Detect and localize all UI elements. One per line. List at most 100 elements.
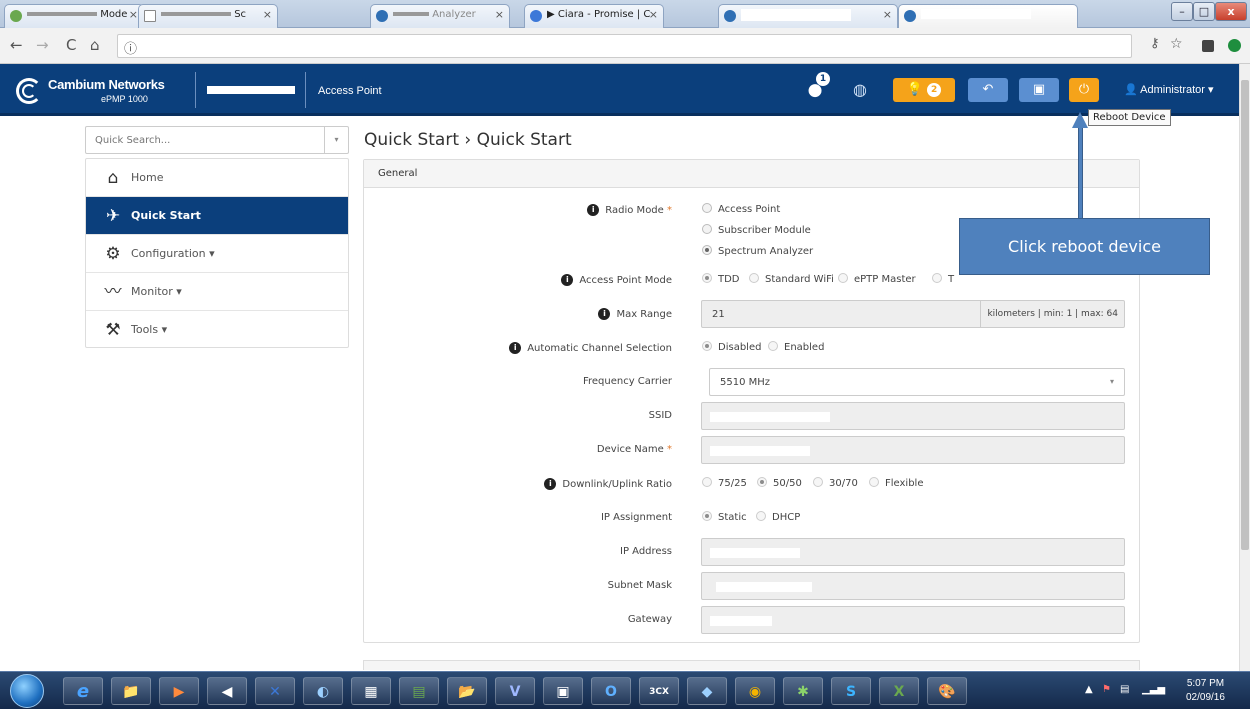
ssid-field[interactable] — [701, 402, 1125, 430]
radio-ratio-75-25[interactable]: 75/25 — [702, 477, 747, 489]
reboot-device-button[interactable]: ⏻ — [1069, 78, 1099, 102]
administrator-menu[interactable]: 👤 Administrator ▾ — [1124, 78, 1230, 102]
browser-tab[interactable]: Mode × — [4, 4, 144, 28]
wrench-icon: ⚒ — [105, 320, 121, 340]
radio-dhcp[interactable]: DHCP — [756, 511, 800, 523]
max-range-field[interactable]: 21 kilometers | min: 1 | max: 64 — [701, 300, 1125, 328]
radio-ratio-50-50[interactable]: 50/50 — [757, 477, 802, 489]
taskbar-app-icon[interactable]: ◀ — [207, 677, 247, 705]
sidebar-item-quick-start[interactable]: ✈ Quick Start — [86, 197, 348, 235]
page-scrollbar-thumb[interactable] — [1241, 80, 1249, 550]
start-button[interactable] — [10, 674, 44, 708]
key-icon[interactable]: ⚷ — [1150, 36, 1160, 51]
bookmark-star-icon[interactable]: ☆ — [1170, 36, 1183, 52]
taskbar-calculator-icon[interactable]: ▦ — [351, 677, 391, 705]
tray-flag-icon[interactable]: ⚑ — [1102, 684, 1111, 695]
taskbar-visio-icon[interactable]: V — [495, 677, 535, 705]
tray-network-icon[interactable]: ▤ — [1120, 684, 1129, 695]
radio-subscriber-module[interactable]: Subscriber Module — [702, 224, 811, 236]
radio-ratio-flexible[interactable]: Flexible — [869, 477, 923, 489]
browser-tab[interactable]: ▶ Ciara - Promise | C × — [524, 4, 664, 28]
taskbar-cambium-icon[interactable]: ◐ — [303, 677, 343, 705]
back-icon[interactable]: ← — [10, 36, 23, 54]
taskbar-outlook-icon[interactable]: O — [591, 677, 631, 705]
site-info-icon[interactable]: ⓘ — [124, 38, 137, 57]
taskbar-app-icon[interactable]: ✱ — [783, 677, 823, 705]
maximize-button[interactable]: □ — [1193, 2, 1215, 21]
chevron-down-icon[interactable]: ▾ — [324, 127, 348, 153]
sidebar-item-home[interactable]: ⌂ Home — [86, 159, 348, 197]
taskbar-excel-icon[interactable]: X — [879, 677, 919, 705]
tab-close-icon[interactable]: × — [495, 8, 504, 21]
radio-standard-wifi[interactable]: Standard WiFi — [749, 273, 834, 285]
radio-acs-enabled[interactable]: Enabled — [768, 341, 824, 353]
ratio-label: i Downlink/Uplink Ratio — [544, 478, 672, 490]
info-icon[interactable]: i — [598, 308, 611, 320]
minimize-button[interactable]: – — [1171, 2, 1193, 21]
taskbar-3cx-icon[interactable]: 3CX — [639, 677, 679, 705]
windows-taskbar: e 📁 ▶ ◀ ✕ ◐ ▦ ▤ 📂 V ▣ O 3CX ◆ ◉ ✱ S X 🎨 … — [0, 671, 1250, 709]
globe-icon[interactable]: ◍ — [848, 78, 872, 102]
info-icon[interactable]: i — [587, 204, 600, 216]
user-notifications-button[interactable]: ● 1 — [800, 72, 830, 102]
taskbar-skype-icon[interactable]: S — [831, 677, 871, 705]
extension-icon[interactable] — [1202, 40, 1214, 52]
taskbar-media-icon[interactable]: ▶ — [159, 677, 199, 705]
device-name-field[interactable] — [701, 436, 1125, 464]
subnet-mask-field[interactable] — [701, 572, 1125, 600]
reload-icon[interactable]: C — [66, 36, 76, 54]
home-icon[interactable]: ⌂ — [90, 36, 100, 54]
taskbar-paint-icon[interactable]: 🎨 — [927, 677, 967, 705]
cambium-logo-inner-icon — [22, 84, 36, 98]
quick-search-input[interactable] — [95, 135, 315, 146]
tab-close-icon[interactable]: × — [883, 8, 892, 21]
alerts-count: 2 — [927, 82, 942, 97]
save-button[interactable]: ▣ — [1019, 78, 1059, 102]
url-field[interactable]: ⓘ — [117, 34, 1132, 58]
taskbar-app-icon[interactable]: ✕ — [255, 677, 295, 705]
home-icon: ⌂ — [107, 168, 119, 188]
quick-search[interactable]: ▾ — [85, 126, 349, 154]
close-window-button[interactable]: x — [1215, 2, 1247, 21]
acs-label: i Automatic Channel Selection — [509, 342, 672, 354]
taskbar-clock[interactable]: 5:07 PM 02/09/16 — [1186, 677, 1225, 705]
taskbar-app-icon[interactable]: ▣ — [543, 677, 583, 705]
browser-tab[interactable]: × — [718, 4, 898, 28]
browser-tab[interactable]: Analyzer × — [370, 4, 510, 28]
alerts-button[interactable]: 💡 2 — [893, 78, 955, 102]
ip-address-field[interactable] — [701, 538, 1125, 566]
tab-close-icon[interactable]: × — [649, 8, 658, 21]
browser-tab[interactable]: Sc × — [138, 4, 278, 28]
extension-icon[interactable] — [1228, 39, 1241, 52]
taskbar-ie-icon[interactable]: e — [63, 677, 103, 705]
info-icon[interactable]: i — [509, 342, 522, 354]
taskbar-publisher-icon[interactable]: ▤ — [399, 677, 439, 705]
info-icon[interactable]: i — [544, 478, 557, 490]
taskbar-chrome-icon[interactable]: ◉ — [735, 677, 775, 705]
undo-button[interactable]: ↶ — [968, 78, 1008, 102]
browser-tab-active[interactable] — [898, 4, 1078, 28]
power-icon: ⏻ — [1078, 82, 1090, 97]
radio-acs-disabled[interactable]: Disabled — [702, 341, 761, 353]
taskbar-app-icon[interactable]: ◆ — [687, 677, 727, 705]
radio-ratio-30-70[interactable]: 30/70 — [813, 477, 858, 489]
frequency-select[interactable]: 5510 MHz ▾ — [709, 368, 1125, 396]
tray-signal-icon[interactable]: ▁▃▅ — [1142, 684, 1165, 695]
radio-eptp-master[interactable]: ePTP Master — [838, 273, 916, 285]
radio-static[interactable]: Static — [702, 511, 747, 523]
gateway-field[interactable] — [701, 606, 1125, 634]
sidebar-item-configuration[interactable]: ⚙ Configuration ▾ — [86, 235, 348, 273]
radio-access-point[interactable]: Access Point — [702, 203, 780, 215]
sidebar-item-monitor[interactable]: 〰 Monitor ▾ — [86, 273, 348, 311]
tray-expand-icon[interactable]: ▲ — [1085, 684, 1093, 695]
radio-tdd[interactable]: TDD — [702, 273, 740, 285]
radio-other-mode[interactable]: T — [932, 273, 954, 285]
forward-icon[interactable]: → — [36, 36, 49, 54]
radio-spectrum-analyzer[interactable]: Spectrum Analyzer — [702, 245, 813, 257]
taskbar-explorer-icon[interactable]: 📁 — [111, 677, 151, 705]
info-icon[interactable]: i — [561, 274, 574, 286]
sidebar-item-tools[interactable]: ⚒ Tools ▾ — [86, 311, 348, 349]
tab-close-icon[interactable]: × — [129, 8, 138, 21]
taskbar-folder-icon[interactable]: 📂 — [447, 677, 487, 705]
tab-close-icon[interactable]: × — [263, 8, 272, 21]
